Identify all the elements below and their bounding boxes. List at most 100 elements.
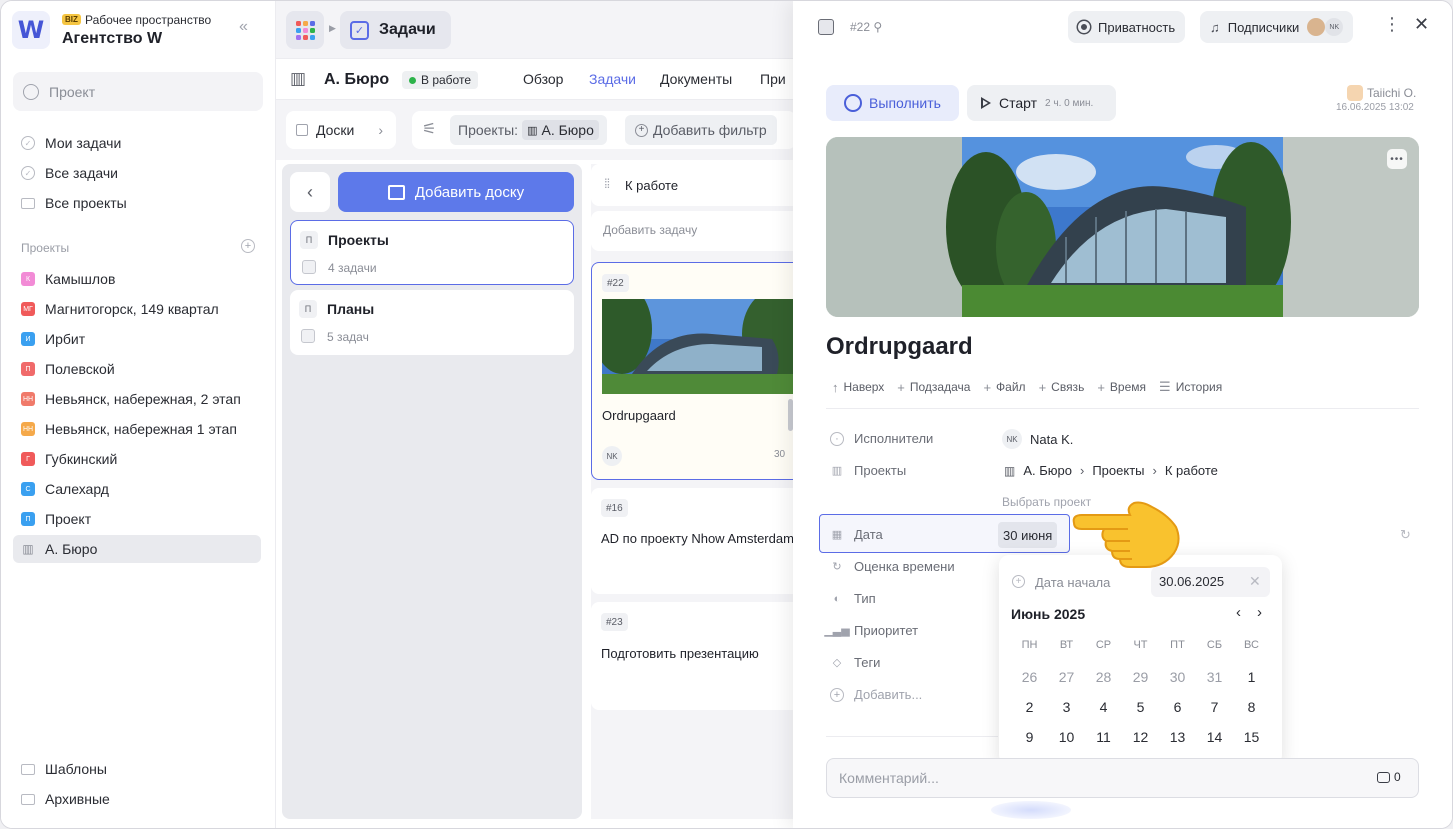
drag-handle-icon[interactable]: ⁞⁞ [604,176,610,191]
path-item[interactable]: Проекты [1092,463,1144,478]
sidebar-project-item[interactable]: П Проект [13,505,261,533]
workspace-name[interactable]: Агентство W [62,30,162,48]
calendar-day[interactable]: 30 [1159,669,1196,685]
close-icon[interactable]: ✕ [1414,14,1429,35]
date-value[interactable]: 30 июня [998,522,1058,548]
status-badge[interactable]: В работе [402,71,479,89]
repeat-icon[interactable]: ↻ [1400,527,1411,543]
sidebar-item-all-projects[interactable]: Все проекты [13,189,261,217]
calendar-day[interactable]: 12 [1122,729,1159,745]
sidebar-item-my-tasks[interactable]: ✓ Мои задачи [13,129,261,157]
task-author[interactable]: Taiichi O. [1347,85,1416,101]
path-item[interactable]: А. Бюро [1023,463,1072,478]
path-item[interactable]: К работе [1165,463,1218,478]
boards-toggle[interactable]: Доски › [286,111,396,149]
start-timer-button[interactable]: Старт 2 ч. 0 мин. [967,85,1116,121]
sidebar-project-item[interactable]: МГ Магнитогорск, 149 квартал [13,295,261,323]
calendar-day[interactable]: 8 [1233,699,1270,715]
sidebar-search[interactable]: Проект [13,72,263,111]
apps-grid-icon[interactable] [286,11,324,49]
sidebar-project-item[interactable]: НН Невьянск, набережная, 2 этап [13,385,261,413]
calendar-day[interactable]: 28 [1085,669,1122,685]
privacy-button[interactable]: Приватность [1068,11,1186,43]
calendar-day[interactable]: 5 [1122,699,1159,715]
calendar-day[interactable]: 31 [1196,669,1233,685]
plus-circle-icon[interactable]: + [1012,575,1025,588]
action-history[interactable]: ☰ История [1159,379,1222,395]
calendar-day[interactable]: 14 [1196,729,1233,745]
calendar-day[interactable]: 7 [1196,699,1233,715]
sidebar-item-all-tasks[interactable]: ✓ Все задачи [13,159,261,187]
prop-priority[interactable]: ▁▃▅ Приоритет [824,623,918,638]
sidebar-item-archive[interactable]: Архивные [13,785,261,813]
tab-more[interactable]: При [760,71,786,87]
board-card-projects[interactable]: П Проекты 4 задачи [290,220,574,285]
calendar-day[interactable]: 6 [1159,699,1196,715]
more-options-icon[interactable]: ⋮ [1383,15,1401,33]
task-cover-image[interactable] [826,137,1419,317]
task-id[interactable]: #22 ⚲ [850,20,882,34]
calendar-day[interactable]: 10 [1048,729,1085,745]
task-card-22[interactable]: #22 Ordrupgaard NK 30 [591,262,797,480]
tab-tasks[interactable]: Задачи [589,71,636,87]
comments-count[interactable]: 0 [1377,770,1401,784]
subscribers-button[interactable]: ♫ Подписчики NK [1200,11,1354,43]
calendar-day[interactable]: 9 [1011,729,1048,745]
projects-filter-chip[interactable]: Проекты: ▥ А. Бюро [450,115,607,145]
calendar-day[interactable]: 3 [1048,699,1085,715]
calendar-day[interactable]: 27 [1048,669,1085,685]
sliders-icon[interactable]: ⚟ [422,119,436,139]
prev-month-icon[interactable]: ‹ [1236,604,1241,621]
calendar-day[interactable]: 26 [1011,669,1048,685]
action-subtask[interactable]: + Подзадача [897,379,970,395]
action-link[interactable]: + Связь [1039,379,1085,395]
calendar-day[interactable]: 11 [1085,729,1122,745]
panel-toggle-icon[interactable] [818,19,834,35]
prop-add[interactable]: + Добавить... [830,687,922,702]
sidebar-item-label: Все проекты [45,195,127,211]
add-board-button[interactable]: Добавить доску [338,172,574,212]
comment-input[interactable]: Комментарий... [826,758,1419,798]
calendar-day[interactable]: 15 [1233,729,1270,745]
calendar-day[interactable]: 2 [1011,699,1048,715]
sidebar-item-templates[interactable]: Шаблоны [13,755,261,783]
complete-button[interactable]: Выполнить [826,85,959,121]
add-project-icon[interactable]: + [241,239,255,253]
detail-task-title[interactable]: Ordrupgaard [826,333,973,361]
sidebar-project-item[interactable]: НН Невьянск, набережная 1 этап [13,415,261,443]
section-tasks[interactable]: ✓ Задачи [340,11,451,49]
assignee-value[interactable]: NK Nata K. [1002,429,1073,449]
project-path[interactable]: ▥ А. Бюро › Проекты › К работе [1004,463,1218,478]
action-file[interactable]: + Файл [983,379,1025,395]
link-icon[interactable]: ⚲ [873,20,882,34]
workspace-logo[interactable]: W [12,11,50,49]
add-filter-button[interactable]: + Добавить фильтр [625,115,777,145]
calendar-day[interactable]: 29 [1122,669,1159,685]
prop-estimate[interactable]: ↻ Оценка времени [830,559,954,574]
next-month-icon[interactable]: › [1257,604,1262,621]
back-button[interactable]: ‹ [290,172,330,212]
clear-date-icon[interactable]: ✕ [1249,573,1261,590]
calendar-day[interactable]: 4 [1085,699,1122,715]
filter-value[interactable]: ▥ А. Бюро [522,120,599,140]
task-card-23[interactable]: #23 Подготовить презентацию [591,602,796,710]
action-time[interactable]: + Время [1097,379,1146,395]
sidebar-project-item[interactable]: ▥ А. Бюро [13,535,261,563]
sidebar-project-item[interactable]: П Полевской [13,355,261,383]
tab-overview[interactable]: Обзор [523,71,563,87]
collapse-sidebar-icon[interactable]: « [239,18,248,36]
prop-tags[interactable]: ◇ Теги [830,655,881,670]
sidebar-project-item[interactable]: К Камышлов [13,265,261,293]
calendar-day[interactable]: 1 [1233,669,1270,685]
tab-documents[interactable]: Документы [660,71,732,87]
prop-type[interactable]: ◐ Тип [830,591,876,606]
sidebar-project-item[interactable]: И Ирбит [13,325,261,353]
board-card-plans[interactable]: П Планы 5 задач [290,290,574,355]
sidebar-project-item[interactable]: Г Губкинский [13,445,261,473]
more-options-icon[interactable]: ••• [1387,149,1407,169]
sidebar-project-item[interactable]: С Салехард [13,475,261,503]
action-up[interactable]: ↑ Наверх [832,379,884,395]
add-task-input[interactable]: Добавить задачу [591,211,796,251]
task-card-16[interactable]: #16 AD по проекту Nhow Amsterdam [591,488,796,594]
calendar-day[interactable]: 13 [1159,729,1196,745]
